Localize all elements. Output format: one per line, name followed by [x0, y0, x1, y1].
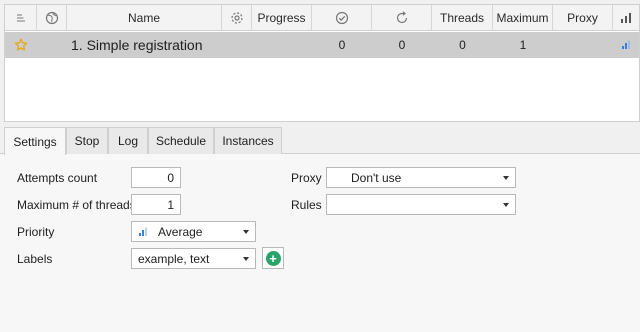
sort-icon — [16, 14, 25, 22]
chevron-down-icon — [503, 203, 509, 207]
settings-column-header[interactable] — [222, 5, 252, 31]
proxy-column-header[interactable]: Proxy — [553, 5, 613, 31]
tab-log-label: Log — [117, 134, 139, 148]
tab-log[interactable]: Log — [108, 127, 148, 154]
gear-icon — [230, 12, 243, 24]
name-column-header[interactable]: Name — [67, 5, 222, 31]
progress-header-label: Progress — [257, 11, 306, 25]
globe-icon — [45, 11, 58, 25]
progress-column-header[interactable]: Progress — [252, 5, 312, 31]
task-grid: Name Progress Threads Maximum Proxy 1. S… — [4, 4, 640, 122]
chevron-down-icon — [503, 176, 509, 180]
max-threads-value: 1 — [167, 197, 174, 212]
priority-indicator — [613, 32, 639, 58]
tab-schedule-label: Schedule — [155, 134, 207, 148]
favorite-toggle[interactable] — [5, 32, 37, 58]
chevron-down-icon — [243, 257, 249, 261]
failed-count: 0 — [398, 38, 406, 52]
tab-schedule[interactable]: Schedule — [148, 127, 214, 154]
labels-value: example, text — [138, 251, 210, 266]
success-count: 0 — [338, 38, 346, 52]
threads-header-label: Threads — [439, 11, 485, 25]
task-name: 1. Simple registration — [71, 37, 203, 53]
threads-column-header[interactable]: Threads — [432, 5, 493, 31]
max-threads-label: Maximum # of threads — [17, 198, 136, 212]
priority-column-header[interactable] — [613, 5, 639, 31]
name-header-label: Name — [127, 11, 160, 25]
priority-label: Priority — [17, 225, 55, 239]
tab-stop-label: Stop — [74, 134, 100, 148]
tab-settings-label: Settings — [13, 134, 57, 149]
star-icon — [14, 38, 28, 51]
tab-stop[interactable]: Stop — [66, 127, 108, 154]
table-row[interactable]: 1. Simple registration 0 0 0 1 — [5, 32, 639, 58]
sort-column-header[interactable] — [5, 5, 37, 31]
attempts-label: Attempts count — [17, 171, 98, 185]
attempts-count-value: 0 — [167, 170, 174, 185]
proxy-header-label: Proxy — [567, 11, 598, 25]
maximum-count: 1 — [519, 38, 527, 52]
refresh-icon — [396, 11, 407, 24]
maximum-column-header[interactable]: Maximum — [493, 5, 553, 31]
proxy-value: Don't use — [351, 170, 402, 185]
threads-count: 0 — [459, 38, 466, 52]
tab-instances[interactable]: Instances — [214, 127, 282, 154]
tab-settings[interactable]: Settings — [4, 127, 66, 155]
maximum-header-label: Maximum — [496, 11, 549, 25]
rules-select[interactable] — [326, 194, 516, 215]
labels-select[interactable]: example, text — [131, 248, 256, 269]
max-threads-field[interactable]: 1 — [131, 194, 181, 215]
check-circle-icon — [335, 11, 348, 25]
failed-column-header[interactable] — [372, 5, 432, 31]
priority-value: Average — [158, 224, 203, 239]
bar-chart-icon — [139, 227, 147, 236]
chevron-down-icon — [243, 230, 249, 234]
proxy-select[interactable]: Don't use — [326, 167, 516, 188]
grid-header: Name Progress Threads Maximum Proxy — [5, 5, 639, 31]
success-column-header[interactable] — [312, 5, 372, 31]
tab-instances-label: Instances — [222, 134, 274, 148]
bar-chart-icon — [621, 13, 631, 23]
add-label-button[interactable]: + — [262, 247, 284, 269]
labels-label: Labels — [17, 252, 53, 266]
priority-select[interactable]: Average — [131, 221, 256, 242]
globe-column-header[interactable] — [37, 5, 67, 31]
attempts-count-field[interactable]: 0 — [131, 167, 181, 188]
rules-label: Rules — [291, 198, 322, 212]
plus-icon: + — [265, 250, 281, 266]
proxy-label: Proxy — [291, 171, 322, 185]
bar-chart-icon — [622, 40, 630, 49]
